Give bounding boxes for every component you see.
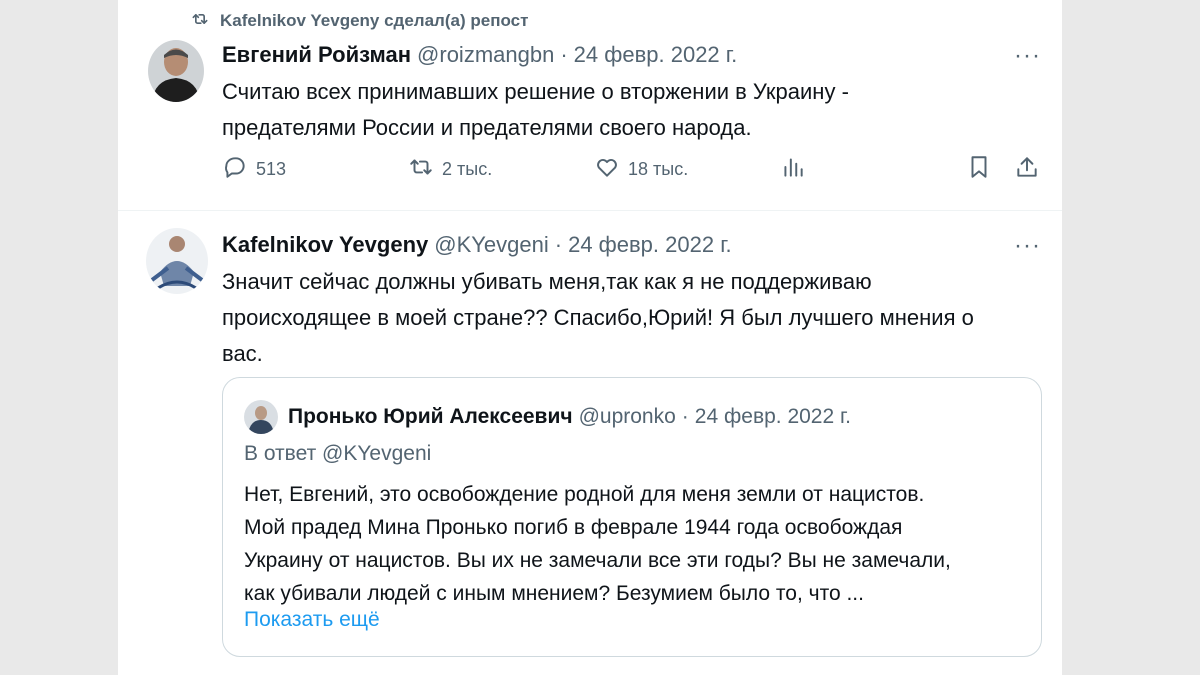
author-handle[interactable]: @roizmangbn: [417, 42, 554, 68]
author-handle[interactable]: @KYevgeni: [434, 232, 549, 258]
views-button[interactable]: [780, 154, 806, 185]
repost-icon: [408, 154, 434, 185]
tweet-text-line: Значит сейчас должны убивать меня,так ка…: [222, 269, 872, 294]
like-count: 18 тыс.: [628, 159, 689, 179]
author-name[interactable]: Kafelnikov Yevgeny: [222, 232, 428, 258]
share-button[interactable]: [1014, 154, 1040, 185]
reply-icon: [222, 154, 248, 185]
repost-icon: [190, 9, 210, 34]
author-name[interactable]: Евгений Ройзман: [222, 42, 411, 68]
reply-count: 513: [256, 159, 287, 179]
more-options-icon[interactable]: ···: [1014, 234, 1041, 258]
show-more-link[interactable]: Показать ещё: [244, 608, 380, 632]
avatar-roizman[interactable]: [148, 40, 204, 102]
repost-button[interactable]: 2 тыс.: [408, 154, 492, 185]
quote-text: Нет, Евгений, это освобождение родной дл…: [244, 478, 951, 610]
tweet-text-line: предателями России и предателями своего …: [222, 115, 752, 140]
quote-header: Пронько Юрий Алексеевич @upronko · 24 фе…: [288, 405, 851, 429]
quote-date[interactable]: 24 февр. 2022 г.: [695, 405, 851, 429]
reply-to-label[interactable]: В ответ @KYevgeni: [244, 442, 431, 466]
repost-count: 2 тыс.: [442, 159, 493, 179]
analytics-icon: [780, 154, 806, 185]
tweet-divider: [118, 210, 1062, 211]
tweet1-actions: 513 2 тыс. 18 тыс.: [222, 154, 1044, 194]
separator-dot: ·: [560, 42, 568, 67]
quote-text-line: Украину от нацистов. Вы их не замечали в…: [244, 549, 951, 572]
separator-dot: ·: [681, 405, 689, 428]
heart-icon: [594, 154, 620, 185]
tweet2-header: Kafelnikov Yevgeny @KYevgeni · 24 февр. …: [222, 232, 732, 258]
tweet2-text: Значит сейчас должны убивать меня,так ка…: [222, 264, 974, 372]
tweet-date[interactable]: 24 февр. 2022 г.: [574, 42, 738, 68]
more-options-icon[interactable]: ···: [1014, 44, 1041, 68]
reply-button[interactable]: 513: [222, 154, 286, 185]
quote-author-name[interactable]: Пронько Юрий Алексеевич: [288, 405, 573, 429]
quote-text-line: Мой прадед Мина Пронько погиб в феврале …: [244, 516, 903, 539]
tweet-text-line: происходящее в моей стране?? Спасибо,Юри…: [222, 305, 974, 330]
avatar-kafelnikov[interactable]: [146, 228, 208, 294]
quote-author-handle[interactable]: @upronko: [579, 405, 676, 429]
like-button[interactable]: 18 тыс.: [594, 154, 688, 185]
bookmark-icon: [966, 154, 992, 185]
bookmark-button[interactable]: [966, 154, 992, 185]
repost-indicator[interactable]: Kafelnikov Yevgeny сделал(а) репост: [190, 8, 528, 34]
separator-dot: ·: [554, 232, 563, 257]
share-icon: [1014, 154, 1040, 185]
tweet-text-line: Считаю всех принимавших решение о вторже…: [222, 79, 849, 104]
avatar-pronko[interactable]: [244, 400, 278, 434]
quote-text-line: как убивали людей с иным мнением? Безуми…: [244, 582, 864, 605]
tweet1-text: Считаю всех принимавших решение о вторже…: [222, 74, 849, 146]
tweet1-header: Евгений Ройзман @roizmangbn · 24 февр. 2…: [222, 42, 737, 68]
tweet-text-line: вас.: [222, 341, 263, 366]
quote-text-line: Нет, Евгений, это освобождение родной дл…: [244, 483, 925, 506]
repost-label: Kafelnikov Yevgeny сделал(а) репост: [220, 11, 529, 30]
tweet-date[interactable]: 24 февр. 2022 г.: [568, 232, 732, 258]
